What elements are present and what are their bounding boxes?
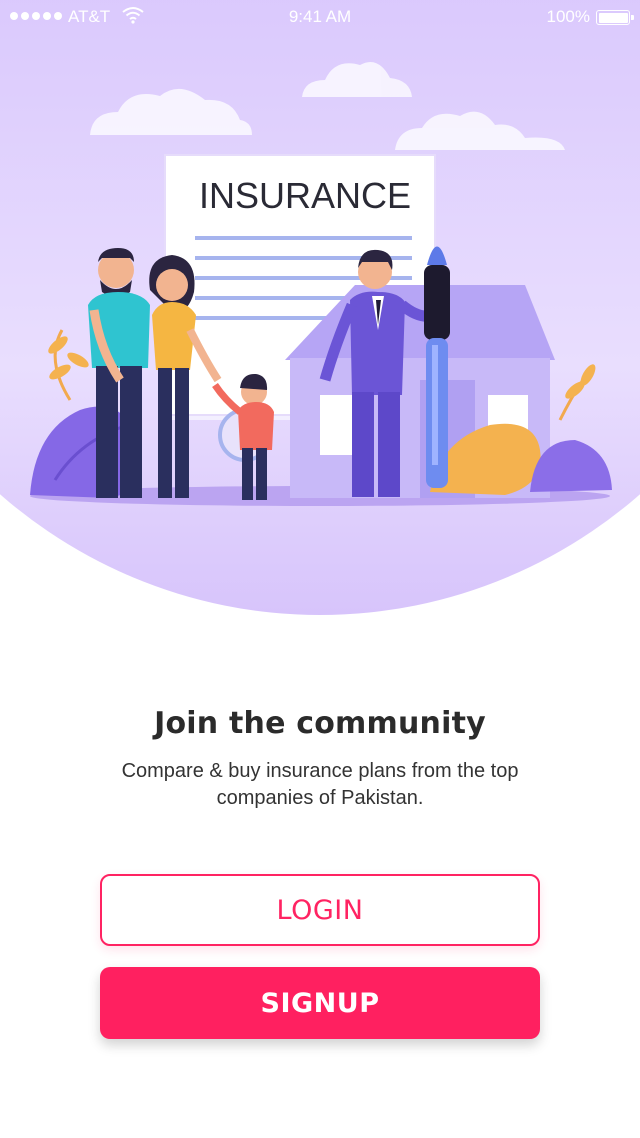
clouds [90,61,565,150]
page-subtitle: Compare & buy insurance plans from the t… [121,760,519,809]
battery-icon [596,10,634,25]
hero-illustration: INSURANCE [0,0,640,620]
page-title: Join the community [154,706,486,741]
login-button[interactable]: LOGIN [100,874,540,946]
battery-percentage: 100% [546,7,590,26]
document-heading: INSURANCE [199,175,411,216]
insurance-family-illustration: INSURANCE [30,61,612,506]
pen-icon [424,246,450,488]
status-time: 9:41 AM [288,7,352,26]
status-bar: AT&T 9:41 AM 100% [0,0,640,34]
signup-button[interactable]: SIGNUP [100,967,540,1039]
